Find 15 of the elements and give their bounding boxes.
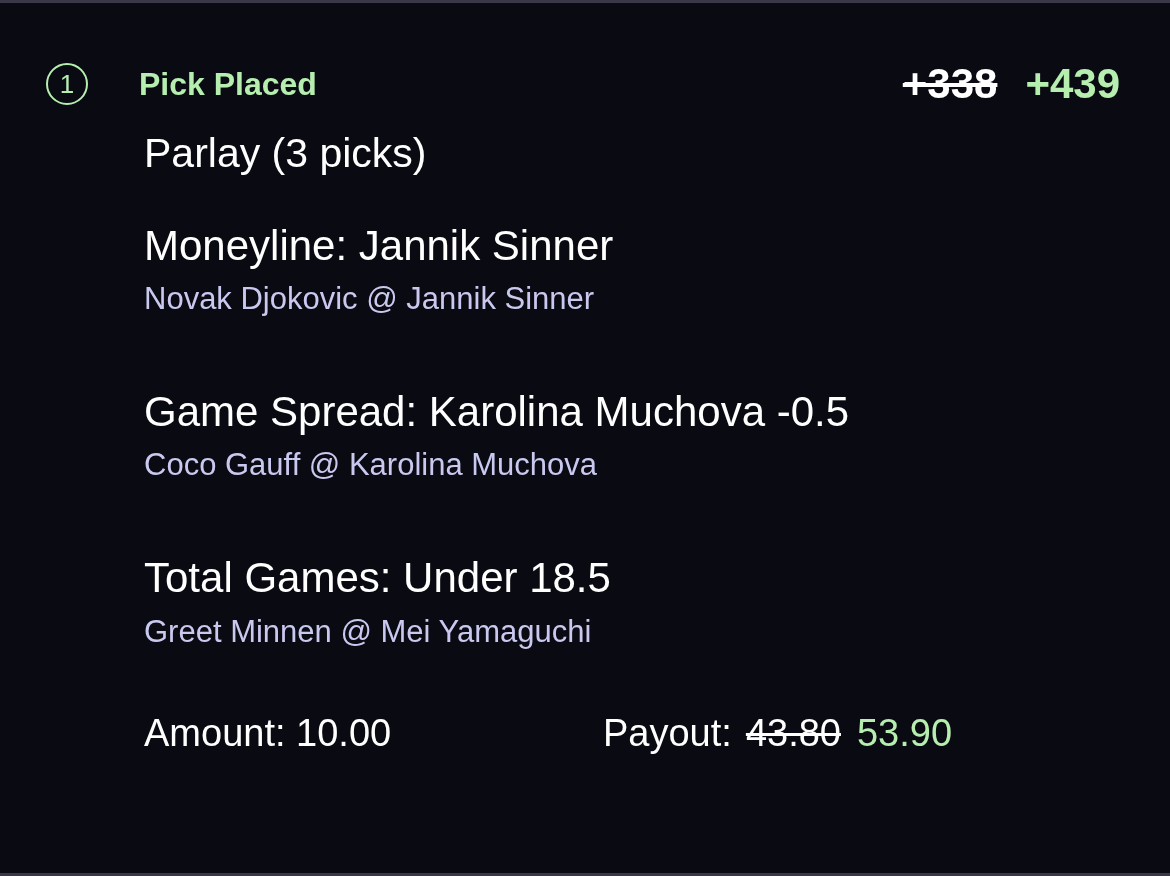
amount-label: Amount: 10.00 <box>144 711 393 755</box>
boosted-payout: 53.90 <box>856 711 953 755</box>
parlay-title: Parlay (3 picks) <box>144 130 428 177</box>
status-label: Pick Placed <box>139 65 317 103</box>
original-payout: 43.80 <box>745 711 841 755</box>
payout-label: Payout: <box>603 711 732 755</box>
pick-matchup: Coco Gauff @ Karolina Muchova <box>144 447 599 484</box>
original-odds: +338 <box>902 60 998 108</box>
pick-matchup: Novak Djokovic @ Jannik Sinner <box>144 281 596 318</box>
pick-market: Moneyline: Jannik Sinner <box>144 223 615 270</box>
boosted-odds: +439 <box>1025 60 1120 108</box>
pick-market: Game Spread: Karolina Muchova -0.5 <box>144 389 851 436</box>
pick-market: Total Games: Under 18.5 <box>144 555 612 602</box>
step-number-badge: 1 <box>46 63 88 105</box>
pick-matchup: Greet Minnen @ Mei Yamaguchi <box>144 613 593 650</box>
